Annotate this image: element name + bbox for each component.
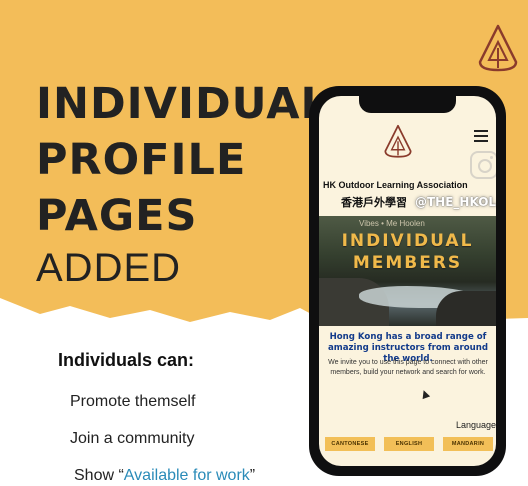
hero-title: INDIVIDUAL MEMBERS xyxy=(319,216,496,274)
hero-title-line-2: MEMBERS xyxy=(352,253,463,273)
language-label: Language xyxy=(455,420,496,430)
phone-notch xyxy=(359,96,456,113)
hero-banner: Vibes • Me Hoolen INDIVIDUAL MEMBERS xyxy=(319,216,496,326)
language-button-cantonese[interactable]: CANTONESE xyxy=(325,437,375,451)
ola-logo-icon xyxy=(478,24,518,72)
headline: INDIVIDUAL PROFILE PAGES ADDED xyxy=(36,76,329,294)
headline-line-1: INDIVIDUAL xyxy=(36,79,329,129)
benefit-item-available: Show “Available for work” xyxy=(74,467,255,485)
headline-line-2: PROFILE xyxy=(36,135,247,185)
headline-line-4: ADDED xyxy=(36,246,182,290)
available-for-work-text: Available for work xyxy=(123,467,250,484)
ola-logo-icon[interactable] xyxy=(382,123,414,161)
benefit-prefix: Show “ xyxy=(74,467,124,484)
language-button-english[interactable]: ENGLISH xyxy=(384,437,434,451)
menu-icon[interactable] xyxy=(474,130,488,142)
instagram-handle[interactable]: @THE_HKOLA xyxy=(415,195,496,209)
benefit-suffix: ” xyxy=(249,467,256,484)
language-button-mandarin[interactable]: MANDARIN xyxy=(443,437,493,451)
benefit-item: Join a community xyxy=(70,430,195,447)
hero-title-line-1: INDIVIDUAL xyxy=(341,231,474,251)
benefits-title: Individuals can: xyxy=(58,350,195,370)
intro-text: We invite you to use this page to connec… xyxy=(328,359,488,376)
phone-mockup: HK Outdoor Learning Association 香港戶外學習 @… xyxy=(309,86,506,476)
benefit-item: Promote themself xyxy=(70,393,196,410)
language-filter-row: CANTONESE ENGLISH MANDARIN xyxy=(325,437,493,451)
org-name: HK Outdoor Learning Association xyxy=(323,180,468,190)
headline-line-3: PAGES xyxy=(36,191,198,241)
phone-screen: HK Outdoor Learning Association 香港戶外學習 @… xyxy=(319,96,496,466)
cursor-icon xyxy=(419,388,431,400)
org-name-chinese: 香港戶外學習 xyxy=(341,196,407,209)
instagram-icon[interactable] xyxy=(470,151,496,179)
